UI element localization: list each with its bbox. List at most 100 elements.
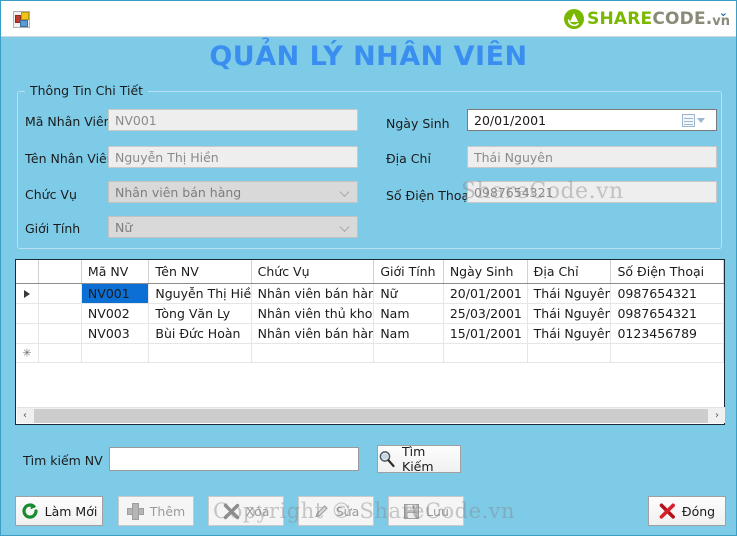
scrollbar-thumb[interactable] [34, 408, 708, 423]
label-so-dien-thoai: Số Điện Thoại [386, 188, 473, 203]
grid-cell-chuc-vu[interactable] [251, 343, 375, 363]
grid-cell-ten-nv[interactable] [148, 343, 252, 363]
grid-cell-ten-nv[interactable]: Bùi Đức Hoàn [148, 323, 252, 344]
date-picker-button[interactable] [682, 112, 714, 129]
grid-cell-gioi-tinh[interactable]: Nam [373, 303, 444, 324]
grid-cell-dia-chi[interactable]: Thái Nguyên [527, 303, 612, 324]
close-x-icon [659, 503, 676, 520]
floppy-disk-icon [403, 503, 420, 520]
grid-cell-dia-chi[interactable] [527, 343, 612, 363]
new-row-asterisk-icon: ✳ [22, 346, 32, 360]
combo-chuc-vu[interactable]: Nhân viên bán hàng [108, 181, 358, 203]
combo-gioi-tinh-value: Nữ [115, 219, 133, 235]
grid-new-row-marker: ✳ [16, 343, 39, 363]
current-row-caret-icon [23, 289, 30, 298]
pencil-icon [313, 503, 330, 520]
grid-cell-ngay-sinh[interactable]: 20/01/2001 [443, 283, 528, 304]
grid-col-ma-nv[interactable]: Mã NV [81, 260, 150, 284]
search-input[interactable] [109, 447, 359, 471]
grid-cell-ngay-sinh[interactable] [443, 343, 528, 363]
grid-cell-ten-nv[interactable]: Nguyễn Thị Hiền [148, 283, 252, 304]
input-ma-nhan-vien[interactable]: NV001 [108, 109, 358, 131]
title-bar: SHARE CODE. vn ⌄ [1, 1, 736, 37]
chevron-down-icon: ⌄ [718, 6, 728, 19]
close-button-label: Đóng [681, 503, 716, 519]
search-button[interactable]: Tìm Kiếm [377, 444, 461, 474]
delete-button[interactable]: Xóa [208, 496, 284, 526]
grid-cell-gioi-tinh[interactable]: Nam [373, 323, 444, 344]
table-row[interactable]: NV001 Nguyễn Thị Hiền Nhân viên bán hàng… [16, 283, 724, 304]
close-button[interactable]: Đóng [648, 496, 726, 526]
add-button-label: Thêm [149, 503, 186, 519]
search-button-label: Tìm Kiếm [402, 444, 434, 474]
search-label: Tìm kiếm NV [23, 453, 103, 468]
grid-cell-gioi-tinh[interactable] [373, 343, 444, 363]
label-ten-nhan-vien: Tên Nhân Viên [25, 151, 115, 166]
refresh-button[interactable]: Làm Mới [15, 496, 103, 526]
grid-cell-ma-nv[interactable]: NV003 [81, 323, 150, 344]
sharecode-logo: SHARE CODE. vn ⌄ [564, 6, 730, 30]
chevron-down-icon [341, 223, 350, 232]
input-dia-chi[interactable]: Thái Nguyên [467, 146, 717, 168]
table-row-new[interactable]: ✳ [16, 343, 724, 363]
grid-col-chuc-vu[interactable]: Chức Vụ [251, 260, 375, 284]
grid-cell-chuc-vu[interactable]: Nhân viên thủ kho [251, 303, 375, 324]
brand-code-text: CODE [652, 9, 706, 29]
grid-cell-ma-nv[interactable] [81, 343, 150, 363]
label-dia-chi: Địa Chỉ [386, 151, 431, 166]
combo-chuc-vu-value: Nhân viên bán hàng [115, 184, 242, 200]
grid-row-marker [16, 303, 39, 324]
grid-table: Mã NV Tên NV Chức Vụ Giới Tính Ngày Sinh… [16, 260, 724, 363]
grid-horizontal-scrollbar[interactable]: ‹ › [17, 407, 725, 423]
grid-header-spacer [38, 260, 82, 284]
grid-cell-ten-nv[interactable]: Tòng Văn Ly [148, 303, 252, 324]
grid-col-ten-nv[interactable]: Tên NV [148, 260, 252, 284]
plus-icon [126, 502, 144, 520]
input-ten-nhan-vien[interactable]: Nguyễn Thị Hiền [108, 146, 358, 168]
input-ngay-sinh[interactable]: 20/01/2001 [467, 109, 717, 131]
app-window-icon [13, 11, 30, 28]
employee-data-grid[interactable]: Mã NV Tên NV Chức Vụ Giới Tính Ngày Sinh… [15, 259, 725, 425]
scroll-left-arrow-icon[interactable]: ‹ [17, 408, 33, 424]
edit-button-label: Sửa [335, 503, 360, 519]
scroll-right-arrow-icon[interactable]: › [709, 408, 725, 424]
label-ma-nhan-vien: Mã Nhân Viên [25, 114, 112, 129]
grid-cell-dia-chi[interactable]: Thái Nguyên [527, 283, 612, 304]
chevron-down-icon [697, 118, 705, 123]
close-x-icon [223, 503, 240, 520]
grid-rowheader-corner [16, 260, 39, 284]
grid-cell-ngay-sinh[interactable]: 25/03/2001 [443, 303, 528, 324]
grid-cell-so-dien-thoai[interactable]: 0987654321 [610, 283, 724, 304]
grid-cell-ngay-sinh[interactable]: 15/01/2001 [443, 323, 528, 344]
save-button[interactable]: Lưu [388, 496, 464, 526]
grid-col-ngay-sinh[interactable]: Ngày Sinh [443, 260, 528, 284]
edit-button[interactable]: Sửa [298, 496, 374, 526]
grid-cell-gioi-tinh[interactable]: Nữ [373, 283, 444, 304]
table-row[interactable]: NV003 Bùi Đức Hoàn Nhân viên bán hàng Na… [16, 323, 724, 344]
grid-cell-so-dien-thoai[interactable]: 0987654321 [610, 303, 724, 324]
input-so-dien-thoai[interactable]: 0987654321 [467, 181, 717, 203]
refresh-button-label: Làm Mới [44, 503, 98, 519]
grid-col-so-dien-thoai[interactable]: Số Điện Thoại [610, 260, 724, 284]
grid-col-gioi-tinh[interactable]: Giới Tính [373, 260, 444, 284]
grid-cell-chuc-vu[interactable]: Nhân viên bán hàng [251, 323, 375, 344]
table-row[interactable]: NV002 Tòng Văn Ly Nhân viên thủ kho Nam … [16, 303, 724, 324]
chevron-down-icon [341, 188, 350, 197]
delete-button-label: Xóa [245, 503, 270, 519]
grid-cell-so-dien-thoai[interactable] [610, 343, 724, 363]
grid-cell-so-dien-thoai[interactable]: 0123456789 [610, 323, 724, 344]
grid-col-dia-chi[interactable]: Địa Chỉ [527, 260, 612, 284]
label-chuc-vu: Chức Vụ [25, 187, 77, 202]
grid-cell-ma-nv[interactable]: NV002 [81, 303, 150, 324]
page-title: QUẢN LÝ NHÂN VIÊN [209, 41, 528, 72]
grid-cell-ma-nv[interactable]: NV001 [81, 283, 150, 304]
combo-gioi-tinh[interactable]: Nữ [108, 216, 358, 238]
grid-cell-dia-chi[interactable]: Thái Nguyên [527, 323, 612, 344]
brand-share-text: SHARE [587, 9, 653, 29]
grid-cell-chuc-vu[interactable]: Nhân viên bán hàng [251, 283, 375, 304]
sharecode-mark-icon [564, 9, 584, 29]
label-ngay-sinh: Ngày Sinh [386, 116, 450, 131]
employee-management-window: SHARE CODE. vn ⌄ QUẢN LÝ NHÂN VIÊN Thông T… [0, 0, 737, 536]
detail-info-groupbox-label: Thông Tin Chi Tiết [25, 83, 149, 98]
add-button[interactable]: Thêm [118, 496, 194, 526]
